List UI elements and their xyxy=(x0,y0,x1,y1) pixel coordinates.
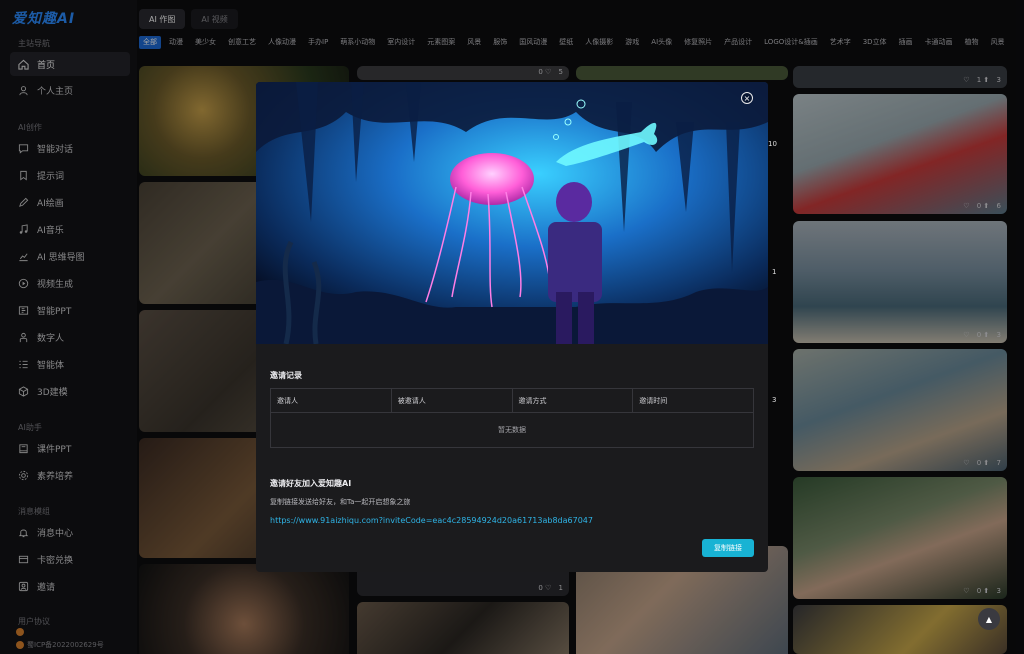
invite-records-table: 邀请人 被邀请人 邀请方式 邀请时间 暂无数据 xyxy=(270,388,754,448)
empty-state: 暂无数据 xyxy=(498,426,526,434)
col-method: 邀请方式 xyxy=(513,389,634,412)
invite-modal: × 邀请记录 邀请人 被邀请人 邀请方式 邀请时间 暂无数据 邀请好友加入爱知趣… xyxy=(256,82,768,572)
col-invitee: 被邀请人 xyxy=(392,389,513,412)
hero-illustration: × xyxy=(256,82,768,345)
back-to-top-button[interactable]: ▲ xyxy=(978,608,1000,630)
col-time: 邀请时间 xyxy=(639,396,668,405)
col-inviter: 邀请人 xyxy=(271,389,392,412)
card-use-count: 1 xyxy=(772,268,777,276)
close-button[interactable]: × xyxy=(741,92,753,104)
app-root: 爱知趣AI 主站导航 首页 个人主页 AI创作 智能对话 提示词 AI绘画 AI… xyxy=(0,0,1024,654)
card-use-count: 10 xyxy=(768,140,777,148)
invite-link[interactable]: https://www.91aizhiqu.com?inviteCode=eac… xyxy=(270,516,593,525)
card-use-count: 3 xyxy=(772,396,777,404)
table-header: 邀请人 被邀请人 邀请方式 邀请时间 xyxy=(271,389,753,413)
invite-description: 复制链接发送给好友，和Ta一起开启想象之旅 xyxy=(270,498,411,506)
invite-friends-title: 邀请好友加入爱知趣AI xyxy=(270,479,352,488)
copy-link-button[interactable]: 复制链接 xyxy=(702,539,754,557)
invite-records-title: 邀请记录 xyxy=(270,371,302,380)
